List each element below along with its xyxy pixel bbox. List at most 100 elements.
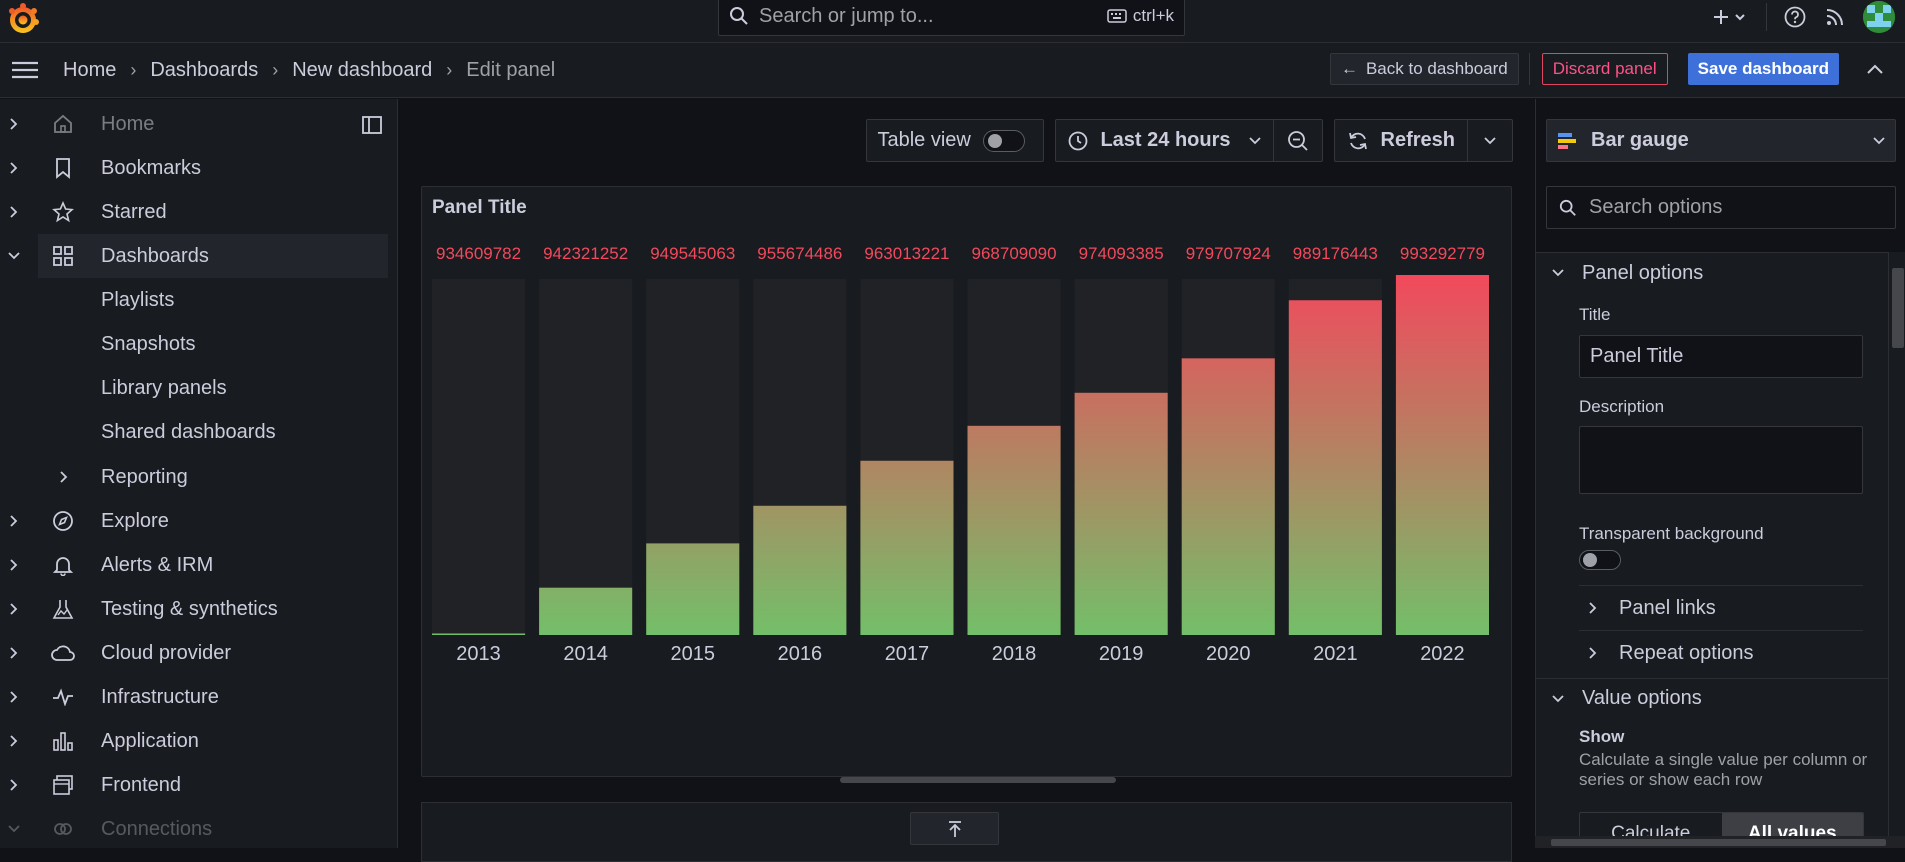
section-title: Value options xyxy=(1582,687,1702,709)
sidebar-item-alerts[interactable]: Alerts & IRM xyxy=(0,543,388,587)
chevron-right-icon[interactable] xyxy=(6,160,22,176)
breadcrumb-home[interactable]: Home xyxy=(63,59,116,82)
bar[interactable] xyxy=(860,460,954,635)
chevron-down-icon[interactable] xyxy=(6,821,22,837)
zoom-out-button[interactable] xyxy=(1274,130,1322,152)
sidebar-item-testing[interactable]: Testing & synthetics xyxy=(0,587,388,631)
menu-toggle-button[interactable] xyxy=(0,43,50,98)
refresh-button[interactable]: Refresh xyxy=(1335,120,1468,161)
bar-category-label: 2015 xyxy=(671,643,716,665)
sidebar-item-frontend[interactable]: Frontend xyxy=(0,763,388,807)
panel-options-header[interactable]: Panel options xyxy=(1536,253,1888,293)
chevron-right-icon[interactable] xyxy=(6,733,22,749)
chevron-right-icon[interactable] xyxy=(6,689,22,705)
chevron-right-icon[interactable] xyxy=(6,777,22,793)
apps-icon xyxy=(50,243,76,269)
refresh-interval-button[interactable] xyxy=(1468,136,1512,145)
section-title: Repeat options xyxy=(1619,641,1754,664)
bar[interactable] xyxy=(646,543,740,635)
sidebar-item-home[interactable]: Home xyxy=(0,102,388,146)
panel-links-section[interactable]: Panel links xyxy=(1579,585,1863,630)
breadcrumb-dashboards[interactable]: Dashboards xyxy=(150,59,258,82)
bar-value-label: 989176443 xyxy=(1293,244,1378,263)
bar[interactable] xyxy=(432,633,526,636)
sidebar-item-application[interactable]: Application xyxy=(0,719,388,763)
bar-value-label: 934609782 xyxy=(436,244,521,263)
chevron-right-icon[interactable] xyxy=(6,204,22,220)
chevron-right-icon[interactable] xyxy=(6,513,22,529)
table-view-toggle[interactable]: Table view xyxy=(866,119,1045,162)
frontend-icon xyxy=(50,772,76,798)
value-options-header[interactable]: Value options xyxy=(1536,678,1888,718)
bar-category-label: 2019 xyxy=(1099,643,1144,665)
chevron-right-icon: › xyxy=(446,59,453,80)
table-view-switch[interactable] xyxy=(982,129,1025,152)
sidebar-subitem-reporting[interactable]: Reporting xyxy=(0,455,388,499)
sidebar-item-infrastructure[interactable]: Infrastructure xyxy=(0,675,388,719)
chevron-right-icon[interactable] xyxy=(6,601,22,617)
scrollbar-thumb[interactable] xyxy=(1892,268,1904,348)
title-input[interactable]: Panel Title xyxy=(1579,335,1863,378)
chevron-down-icon[interactable] xyxy=(6,248,22,264)
show-label: Show xyxy=(1579,727,1625,746)
grafana-logo-icon[interactable] xyxy=(6,2,40,36)
bar-category-label: 2017 xyxy=(885,643,930,665)
chevron-right-icon[interactable] xyxy=(6,645,22,661)
sidebar-subitem-snapshots[interactable]: Snapshots xyxy=(101,333,196,356)
link-icon xyxy=(50,816,76,842)
bar[interactable] xyxy=(1395,275,1489,635)
discard-panel-button[interactable]: Discard panel xyxy=(1541,53,1668,85)
sidebar-subitem-playlists[interactable]: Playlists xyxy=(101,289,174,312)
options-scrollbar[interactable] xyxy=(1888,252,1905,848)
breadcrumb-edit-panel: Edit panel xyxy=(466,58,556,81)
bar[interactable] xyxy=(1288,300,1382,635)
sidebar-subitem-shared-dashboards[interactable]: Shared dashboards xyxy=(101,421,276,444)
options-search-input[interactable]: Search options xyxy=(1546,186,1896,229)
sidebar-item-cloud-provider[interactable]: Cloud provider xyxy=(0,631,388,675)
breadcrumb: Home › Dashboards › New dashboard › Edit… xyxy=(63,59,555,82)
chevron-down-icon xyxy=(1484,136,1496,144)
sidebar-subitem-library-panels[interactable]: Library panels xyxy=(101,377,227,400)
sidebar-item-explore[interactable]: Explore xyxy=(0,499,388,543)
avatar[interactable] xyxy=(1863,1,1895,33)
title-label: Title xyxy=(1579,305,1611,324)
save-dashboard-button[interactable]: Save dashboard xyxy=(1687,53,1839,85)
visualization-picker[interactable]: Bar gauge xyxy=(1546,119,1896,162)
bar[interactable] xyxy=(539,587,633,635)
time-range-button[interactable]: Last 24 hours xyxy=(1056,120,1274,161)
news-button[interactable] xyxy=(1815,0,1855,34)
bar-value-label: 963013221 xyxy=(864,244,949,263)
horizontal-scrollbar[interactable] xyxy=(840,777,1116,783)
chevron-right-icon[interactable] xyxy=(6,116,22,132)
search-input[interactable]: Search or jump to... ctrl+k xyxy=(718,0,1185,36)
sidebar-item-label: Testing & synthetics xyxy=(101,597,278,620)
bar[interactable] xyxy=(967,425,1061,635)
scrollbar-thumb[interactable] xyxy=(1551,839,1886,846)
sidebar-item-label: Dashboards xyxy=(101,244,209,267)
description-textarea[interactable] xyxy=(1579,426,1863,494)
sidebar-item-connections[interactable]: Connections xyxy=(0,807,388,848)
bar-value-label: 979707924 xyxy=(1186,244,1271,263)
sidebar-item-starred[interactable]: Starred xyxy=(0,190,388,234)
back-to-dashboard-button[interactable]: ← Back to dashboard xyxy=(1329,53,1519,85)
collapse-header-button[interactable] xyxy=(1857,53,1893,85)
breadcrumb-new-dashboard[interactable]: New dashboard xyxy=(292,59,432,82)
bar[interactable] xyxy=(1074,392,1168,635)
sidebar-item-bookmarks[interactable]: Bookmarks xyxy=(0,146,388,190)
help-button[interactable] xyxy=(1775,0,1815,34)
options-horizontal-scrollbar[interactable] xyxy=(1535,836,1905,848)
chevron-right-icon: › xyxy=(272,59,279,80)
bookmark-icon xyxy=(50,155,76,181)
repeat-options-section[interactable]: Repeat options xyxy=(1579,630,1863,675)
section-title: Panel links xyxy=(1619,596,1716,619)
sidebar-item-dashboards[interactable]: Dashboards xyxy=(8,234,388,278)
bar[interactable] xyxy=(1181,358,1275,635)
bar[interactable] xyxy=(753,505,847,635)
scroll-to-top-button[interactable] xyxy=(910,812,999,845)
chevron-right-icon[interactable] xyxy=(56,469,72,485)
chevron-right-icon[interactable] xyxy=(6,557,22,573)
time-picker: Last 24 hours xyxy=(1055,119,1323,162)
transparent-background-toggle[interactable] xyxy=(1579,550,1621,570)
add-new-button[interactable] xyxy=(1702,0,1758,34)
visualization-name: Bar gauge xyxy=(1591,129,1689,151)
